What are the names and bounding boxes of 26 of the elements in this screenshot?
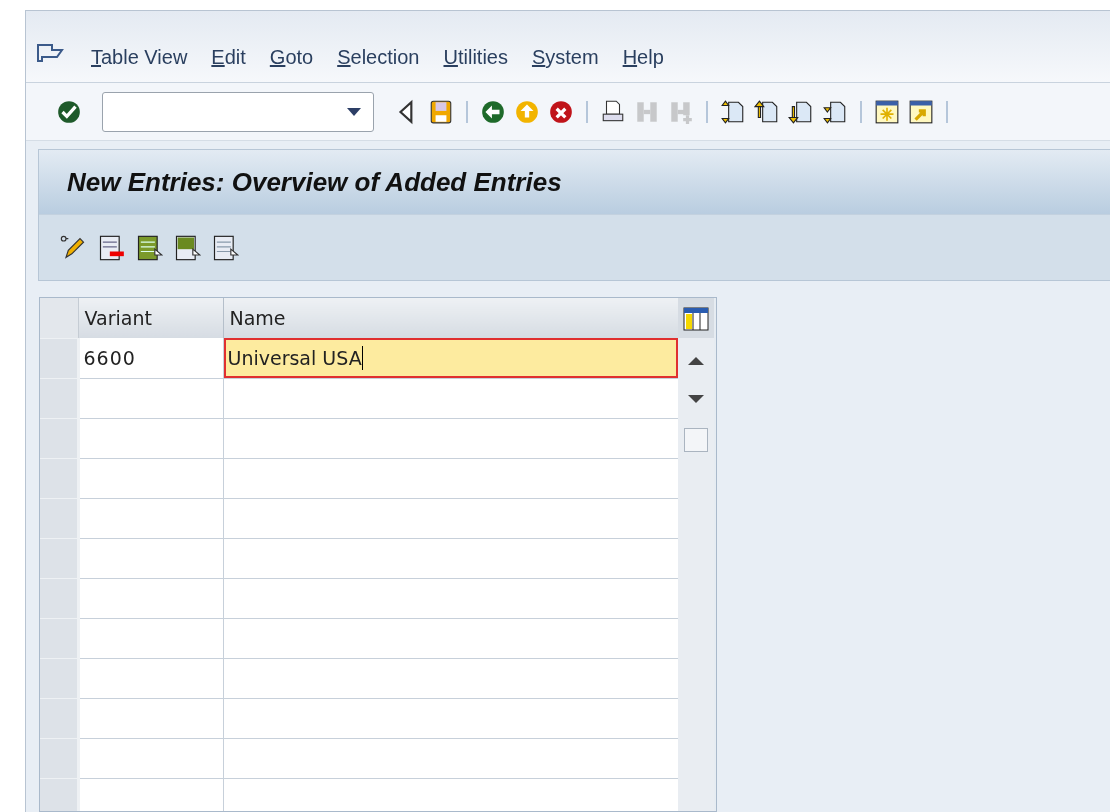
- menu-item[interactable]: Goto: [268, 41, 315, 72]
- screen-title: New Entries: Overview of Added Entries: [67, 165, 562, 199]
- scroll-down-button[interactable]: [688, 394, 704, 405]
- scrollbar-thumb[interactable]: [684, 427, 708, 452]
- table-select-icon[interactable]: [135, 233, 163, 262]
- scroll-up-button[interactable]: [688, 354, 704, 365]
- dropdown-caret-icon[interactable]: [347, 107, 361, 116]
- page-arrows-icon[interactable]: [720, 98, 746, 125]
- menu-item[interactable]: Edit: [210, 41, 247, 72]
- menu-item[interactable]: Help: [621, 41, 665, 72]
- command-field[interactable]: [102, 91, 374, 132]
- menu-item[interactable]: Selection: [336, 41, 421, 72]
- check-icon[interactable]: [56, 98, 82, 125]
- name-input-field[interactable]: Universal USA: [223, 338, 678, 378]
- menu-item[interactable]: System: [530, 41, 600, 72]
- page-up-arrow-icon[interactable]: [754, 98, 780, 125]
- menu-item[interactable]: Utilities: [442, 41, 509, 72]
- column-header[interactable]: Variant: [78, 298, 223, 338]
- table-deselect-icon[interactable]: [211, 233, 239, 262]
- table-select-icon[interactable]: [173, 233, 201, 262]
- cancel-icon[interactable]: [548, 98, 574, 125]
- column-settings-icon[interactable]: [683, 307, 709, 332]
- table-minus-icon[interactable]: [97, 233, 125, 262]
- menu-item[interactable]: Table View: [90, 41, 189, 72]
- table-cell[interactable]: 6600: [78, 338, 223, 379]
- column-header[interactable]: Name: [223, 298, 678, 338]
